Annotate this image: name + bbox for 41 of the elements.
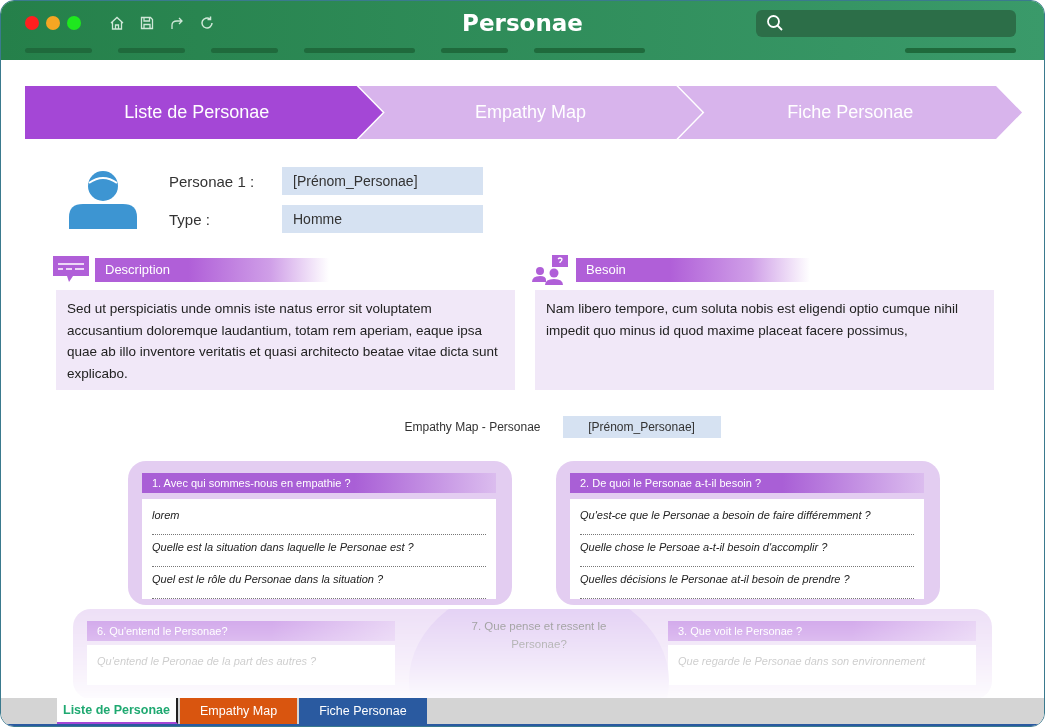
search-icon (766, 14, 784, 32)
question-line: Qu'est-ce que le Personae a besoin de faire différemment ? (580, 503, 914, 535)
user-icon (69, 171, 137, 229)
question-line: lorem (152, 503, 486, 535)
card-header: 2. De quoi le Personae a-t-il besoin ? (570, 473, 924, 493)
paragraph: Sed ut perspiciatis unde omnis iste natus error sit voluptatem accusantium doloremque laudantium, totam rem aperiam, eaque ipsa quae ab illo inventore veritatis et quasi architecto beatae vitae dicta sunt explicabo. (67, 301, 498, 381)
sheet-tab[interactable]: Fiche Personae (299, 698, 427, 724)
menu-placeholder (25, 48, 92, 53)
input-field[interactable]: [Prénom_Personae] (282, 167, 483, 195)
section-header: Besoin (576, 258, 810, 282)
menu-placeholder (118, 48, 185, 53)
refresh-icon[interactable] (199, 15, 215, 31)
question-line: Quelle chose le Persoae a-t-il besoin d'accomplir ? (580, 535, 914, 567)
home-icon[interactable] (109, 15, 125, 31)
card-header: 3. Que voit le Personae ? (668, 621, 976, 641)
question-line: Quel est le rôle du Personae dans la situation ? (152, 567, 486, 599)
sheet-tab[interactable]: Liste de Personae (57, 698, 178, 724)
card-header: 1. Avec qui sommes-nous en empathie ? (142, 473, 496, 493)
step-tab[interactable]: Liste de Personae (25, 86, 383, 139)
comment-icon (53, 256, 89, 284)
section-header: Description (95, 258, 329, 282)
empathy-map-label: Empathy Map - Personae (404, 420, 541, 434)
menu-placeholder (441, 48, 508, 53)
people-question-icon (532, 255, 570, 285)
redo-icon[interactable] (169, 15, 185, 31)
save-icon[interactable] (139, 15, 155, 31)
card-header: 6. Qu'entend le Personae? (87, 621, 395, 641)
field-label: Type : (169, 210, 211, 228)
search-field[interactable] (756, 9, 1016, 37)
field-label: Personae 1 : (169, 172, 256, 190)
paragraph: Nam libero tempore, cum soluta nobis est eligendi optio cumque nihil impedit quo minus id quod maxime placeat facere possimus, (546, 301, 958, 338)
menu-placeholder (211, 48, 278, 53)
name-field: [Prénom_Personae] (562, 416, 721, 438)
sheet-tab[interactable]: Empathy Map (180, 698, 298, 724)
minimize-button[interactable] (46, 16, 60, 30)
question-line: Quelles décisions le Personae at-il besoin de prendre ? (580, 567, 914, 599)
question-line: Quelle est la situation dans laquelle le Personae est ? (152, 535, 486, 567)
maximize-button[interactable] (67, 16, 81, 30)
center-label: 7. Que pense et ressent le Personae? (470, 619, 608, 652)
window-title: Personae (462, 10, 583, 36)
input-field[interactable]: Homme (282, 205, 483, 233)
